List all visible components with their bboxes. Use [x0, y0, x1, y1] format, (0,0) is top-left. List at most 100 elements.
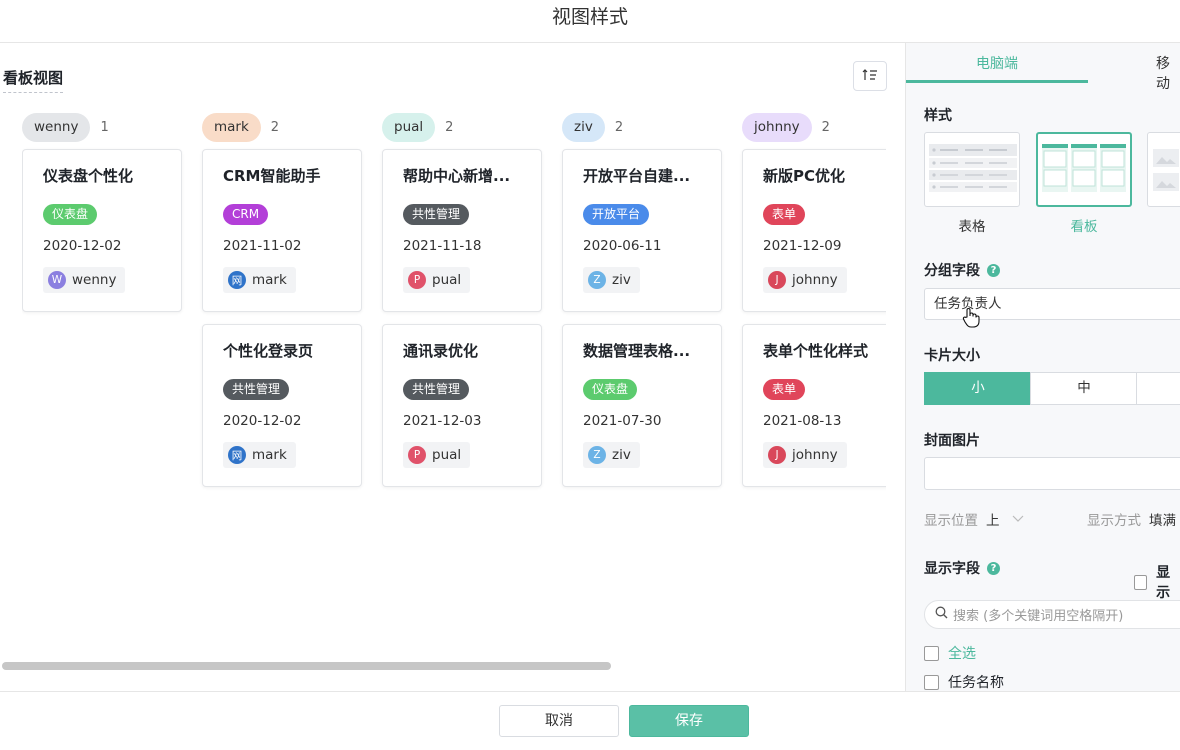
card-date: 2021-08-13 — [763, 413, 842, 429]
group-count: 2 — [821, 119, 830, 135]
style-option-table[interactable] — [924, 132, 1020, 207]
column-header: ziv 2 — [562, 112, 722, 142]
kanban-card[interactable]: 新版PC优化 表单 2021-12-09 Jjohnny — [742, 149, 886, 312]
group-count: 2 — [270, 119, 280, 135]
help-icon[interactable]: ? — [987, 561, 1000, 575]
pane-title: 看板视图 — [3, 67, 64, 93]
card-title: 新版PC优化 — [763, 167, 846, 185]
kanban-card[interactable]: 表单个性化样式 表单 2021-08-13 Jjohnny — [742, 324, 886, 487]
task-name-label: 任务名称 — [948, 675, 1004, 691]
card-title: 个性化登录页 — [223, 342, 314, 360]
horizontal-scrollbar[interactable] — [2, 662, 611, 670]
card-date: 2020-12-02 — [43, 238, 122, 254]
assignee-name: pual — [432, 272, 462, 288]
card-assignee: 网 mark — [223, 267, 296, 293]
avatar: J — [768, 271, 786, 289]
card-size-label: 卡片大小 — [924, 348, 980, 364]
card-tag: 仪表盘 — [583, 379, 638, 400]
avatar: J — [768, 446, 786, 464]
settings-panel: 电脑端 移动 样式 表格 看板 分组字段 ? 任务负责人 卡片大小 小 中 封面… — [905, 43, 1180, 691]
sort-button[interactable] — [853, 61, 887, 91]
task-name-checkbox[interactable] — [924, 674, 939, 690]
dialog-header: 视图样式 — [0, 0, 1180, 43]
show-checkbox[interactable] — [1134, 574, 1148, 590]
style-option-kanban[interactable] — [1036, 132, 1132, 207]
field-row-task-name[interactable]: 任务名称 — [924, 672, 1004, 691]
select-all-row[interactable]: 全选 — [924, 643, 976, 663]
display-position-label: 显示位置 — [924, 513, 978, 529]
style-label: 样式 — [924, 108, 952, 124]
column-header: johnny 2 — [742, 112, 886, 142]
assignee-name: johnny — [792, 447, 838, 463]
chevron-down-icon — [1012, 511, 1024, 527]
card-date: 2021-11-02 — [223, 238, 302, 254]
cover-image-label: 封面图片 — [924, 433, 980, 449]
hand-cursor-icon — [962, 307, 980, 333]
card-assignee: Jjohnny — [763, 267, 847, 293]
display-mode-row[interactable]: 显示方式 填满 — [1087, 509, 1176, 529]
kanban-card[interactable]: 个性化登录页 共性管理 2020-12-02 网 mark — [202, 324, 362, 487]
kanban-column-johnny: johnny 2 新版PC优化 表单 2021-12-09 Jjohnny 表单个性化样式表… — [742, 112, 886, 487]
kanban-column-pual: pual 2 帮助中心新增... 共性管理 2021-11-18 Ppual 通讯录优化 共性… — [382, 112, 542, 487]
kanban-card[interactable]: 通讯录优化 共性管理 2021-12-03 Ppual — [382, 324, 542, 487]
style-caption-kanban: 看板 — [1070, 219, 1098, 235]
group-tag: mark — [202, 112, 261, 142]
card-size-medium[interactable]: 中 — [1030, 372, 1138, 405]
save-button[interactable]: 保存 — [629, 705, 749, 737]
card-date: 2021-07-30 — [583, 413, 662, 429]
avatar: Z — [588, 446, 606, 464]
group-count: 2 — [445, 119, 454, 135]
select-all-checkbox[interactable] — [924, 645, 939, 661]
show-label: 显示 — [1156, 565, 1171, 601]
show-toggle-row[interactable]: 显示 — [1134, 562, 1180, 602]
card-assignee: 网 mark — [223, 442, 296, 468]
kanban-board: wenny 1 仪表盘个性化 仪表盘 2020-12-02 Wwenny mark 2 CRM智… — [22, 112, 886, 612]
card-assignee: Ppual — [403, 442, 471, 468]
group-field-label: 分组字段? — [924, 260, 1000, 280]
kanban-column-wenny: wenny 1 仪表盘个性化 仪表盘 2020-12-02 Wwenny — [22, 112, 182, 312]
group-count: 1 — [100, 119, 109, 135]
card-size-small[interactable]: 小 — [924, 372, 1032, 405]
group-tag: pual — [382, 112, 436, 142]
tab-desktop[interactable]: 电脑端 — [976, 53, 1018, 73]
select-all-label: 全选 — [948, 646, 976, 662]
card-size-large[interactable] — [1136, 372, 1180, 405]
card-tag: 共性管理 — [403, 204, 470, 225]
display-position-value: 上 — [986, 513, 1000, 529]
card-date: 2020-06-11 — [583, 238, 662, 254]
column-header: mark 2 — [202, 112, 362, 142]
style-caption-table: 表格 — [958, 219, 986, 235]
card-assignee: Ppual — [403, 267, 471, 293]
tab-mobile[interactable]: 移动 — [1156, 53, 1180, 93]
card-title: 通讯录优化 — [403, 342, 479, 360]
avatar: 网 — [228, 446, 246, 464]
kanban-card[interactable]: 帮助中心新增... 共性管理 2021-11-18 Ppual — [382, 149, 542, 312]
card-tag: 共性管理 — [223, 379, 290, 400]
sort-ascending-icon — [862, 67, 878, 86]
card-tag: 开放平台 — [583, 204, 650, 225]
assignee-name: ziv — [612, 272, 631, 288]
style-option-gallery[interactable] — [1147, 132, 1180, 207]
cover-image-select[interactable] — [924, 457, 1180, 490]
search-icon — [935, 606, 948, 623]
group-count: 2 — [614, 119, 624, 135]
card-assignee: Jjohnny — [763, 442, 847, 468]
kanban-card[interactable]: CRM智能助手 CRM 2021-11-02 网 mark — [202, 149, 362, 312]
card-date: 2020-12-02 — [223, 413, 302, 429]
card-tag: CRM — [223, 204, 269, 225]
group-tag: ziv — [562, 112, 605, 142]
help-icon[interactable]: ? — [987, 263, 1000, 277]
kanban-card[interactable]: 数据管理表格... 仪表盘 2021-07-30 Zziv — [562, 324, 722, 487]
kanban-card[interactable]: 开放平台自建... 开放平台 2020-06-11 Zziv — [562, 149, 722, 312]
card-title: 仪表盘个性化 — [43, 167, 134, 185]
card-assignee: Zziv — [583, 267, 640, 293]
avatar: 网 — [228, 271, 246, 289]
assignee-name: wenny — [72, 272, 117, 288]
search-placeholder: 搜索 (多个关键词用空格隔开) — [953, 609, 1124, 624]
kanban-card[interactable]: 仪表盘个性化 仪表盘 2020-12-02 Wwenny — [22, 149, 182, 312]
cancel-button[interactable]: 取消 — [499, 705, 619, 737]
column-header: pual 2 — [382, 112, 542, 142]
display-mode-label: 显示方式 — [1087, 513, 1141, 529]
display-position-row[interactable]: 显示位置 上 — [924, 509, 1024, 529]
field-search-input[interactable]: 搜索 (多个关键词用空格隔开) — [924, 600, 1180, 629]
